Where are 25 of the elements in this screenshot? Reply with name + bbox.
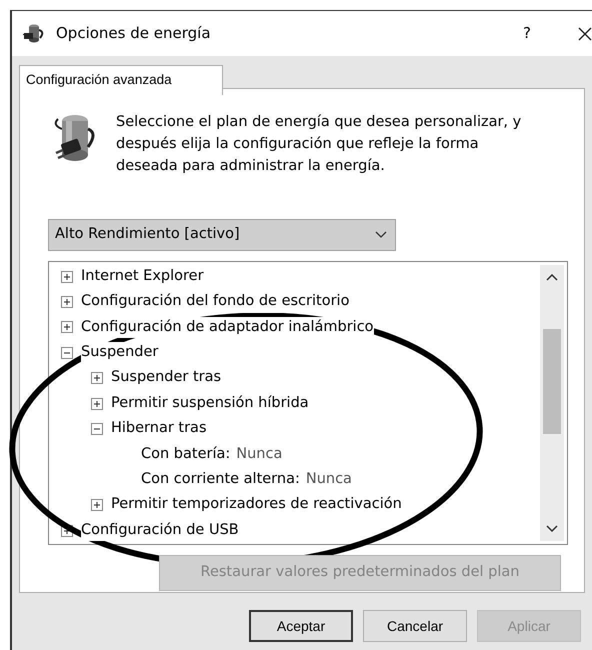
description-text: Seleccione el plan de energía que desea personalizar, y después elija la configuración que refleje la forma deseada para administrar la energía. [116, 113, 522, 176]
tree-item[interactable]: Suspender [81, 342, 158, 364]
expand-icon[interactable] [61, 321, 73, 334]
scroll-down-icon[interactable] [546, 525, 558, 532]
expand-icon[interactable] [91, 499, 103, 512]
dialog-button[interactable]: Aceptar [249, 610, 353, 642]
plan-dropdown[interactable]: Alto Rendimiento [activo] [48, 219, 396, 251]
dialog-button[interactable]: Cancelar [363, 610, 467, 642]
chevron-down-icon [375, 231, 387, 239]
scrollbar[interactable] [540, 265, 564, 541]
expand-icon[interactable] [91, 372, 103, 384]
help-button[interactable]: ? [512, 22, 542, 45]
scrollbar-thumb[interactable] [543, 329, 561, 434]
window-title: Opciones de energía [56, 23, 211, 44]
expand-icon[interactable] [61, 296, 73, 308]
tree-item[interactable]: Configuración del fondo de escritorio [81, 291, 350, 313]
close-icon[interactable] [578, 26, 592, 40]
tab[interactable]: Configuración avanzada [19, 65, 223, 96]
scroll-up-icon[interactable] [546, 274, 558, 281]
expand-icon[interactable] [91, 398, 103, 410]
tree-item[interactable]: Configuración de adaptador inalámbrico [81, 316, 374, 338]
collapse-icon[interactable] [61, 346, 73, 359]
expand-icon[interactable] [61, 270, 73, 283]
collapse-icon[interactable] [91, 423, 103, 436]
tree-item[interactable]: Configuración de USB [81, 520, 239, 542]
